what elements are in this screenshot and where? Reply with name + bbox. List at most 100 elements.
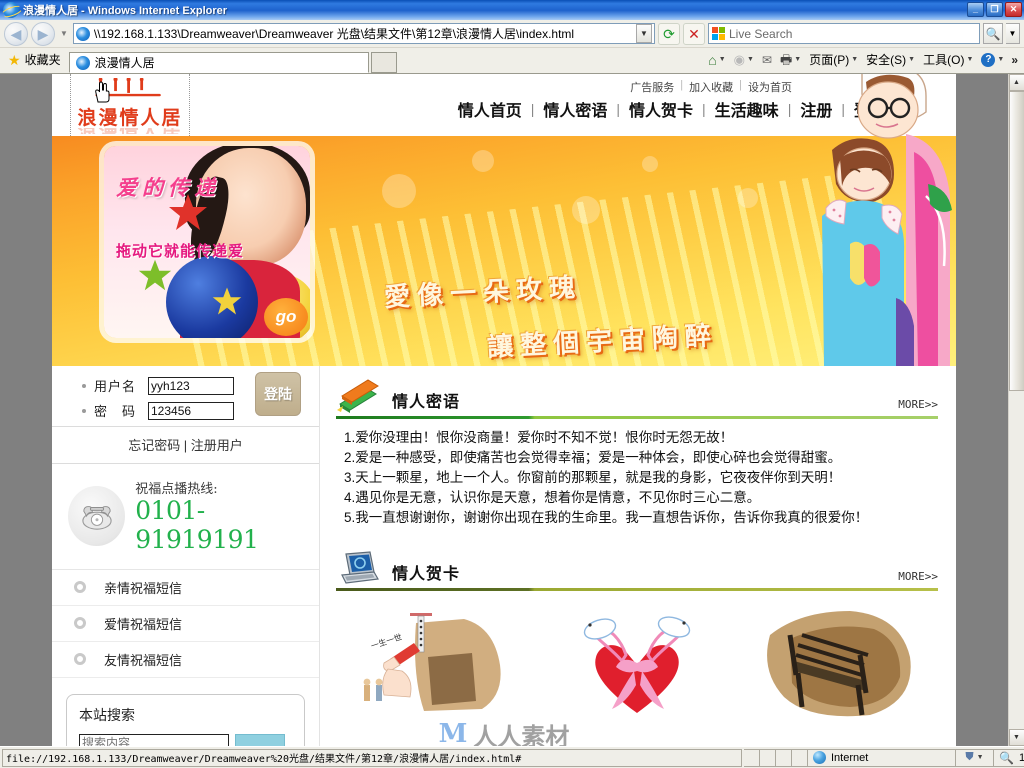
login-panel: 用户名 密 码 登陆 忘记密码 | 注册用户 [52, 366, 319, 464]
nav-item-greeting-cards[interactable]: 情人贺卡 [629, 97, 693, 121]
address-bar[interactable]: \\192.168.1.133\Dreamweaver\Dreamweaver … [72, 23, 655, 44]
password-label: 密 码 [94, 404, 137, 419]
nav-item-home[interactable]: 情人首页 [458, 97, 522, 121]
link-set-homepage[interactable]: 设为首页 [748, 79, 792, 95]
tab-active[interactable]: 浪漫情人居 [68, 52, 369, 73]
close-button[interactable]: ✕ [1005, 2, 1022, 17]
chevron-down-icon[interactable]: ▼ [851, 56, 858, 63]
tools-menu[interactable]: 工具(O) ▼ [920, 50, 976, 69]
zoom-control[interactable]: 🔍 100% ▼ [994, 748, 1024, 767]
stop-icon[interactable]: ✕ [683, 22, 705, 45]
watermark: M 人人素材 [439, 717, 570, 746]
section-more-link[interactable]: MORE>> [898, 570, 938, 588]
list-item-family-sms[interactable]: 亲情祝福短信 [52, 570, 319, 606]
telephone-icon [68, 486, 126, 547]
separator: | [787, 101, 792, 117]
safety-menu[interactable]: 安全(S) ▼ [863, 50, 918, 69]
scroll-up-button[interactable]: ▲ [1008, 74, 1024, 91]
address-chevron-down-icon[interactable]: ▼ [636, 24, 652, 43]
hotline-text: 祝福点播热线: 0101-91919191 [135, 478, 319, 555]
protected-mode-indicator[interactable]: ⛊ ▼ [956, 748, 994, 767]
nav-item-life-fun[interactable]: 生活趣味 [715, 97, 779, 121]
list-item[interactable]: 4.遇见你是无意，认识你是天意，想着你是情意，不见你时三心二意。 [344, 488, 938, 508]
username-label: 用户名 [94, 379, 137, 394]
back-arrow-icon[interactable]: ◀ [4, 21, 28, 46]
login-submit-button[interactable]: 登陆 [255, 372, 301, 416]
favorites-button[interactable]: ★ 收藏夹 [4, 51, 69, 73]
list-item-love-sms[interactable]: 爱情祝福短信 [52, 606, 319, 642]
search-provider-chevron-down-icon[interactable]: ▼ [1006, 23, 1020, 44]
list-item[interactable]: 3.天上一颗星，地上一个人。你窗前的那颗星，就是我的身影，它夜夜伴你到天明！ [344, 468, 938, 488]
internet-explorer-icon [3, 2, 19, 18]
bullet-ring-icon [74, 617, 86, 629]
vertical-scrollbar[interactable]: ▲ ▼ [1008, 74, 1024, 746]
search-input[interactable]: Live Search [729, 27, 792, 41]
site-search-input[interactable] [79, 733, 229, 746]
hand-writing-illustration-icon: 一生一世 [363, 613, 501, 711]
minimize-button[interactable]: _ [967, 2, 984, 17]
banner-promo-image[interactable]: 爱的传递 拖动它就能传递爱 go [104, 146, 310, 338]
chevron-down-icon[interactable]: ▼ [794, 56, 801, 63]
login-helper-links[interactable]: 忘记密码 | 注册用户 [52, 426, 319, 463]
scroll-down-button[interactable]: ▼ [1008, 729, 1024, 746]
ie-browser-window: 浪漫情人居 - Windows Internet Explorer _ ❐ ✕ … [0, 0, 1024, 768]
list-item-friendship-sms[interactable]: 友情祝福短信 [52, 642, 319, 678]
nav-item-secret-words[interactable]: 情人密语 [543, 97, 607, 121]
laptop-icon [336, 548, 382, 588]
bullet-icon [82, 383, 86, 388]
safety-menu-label: 安全(S) [866, 53, 907, 67]
address-input[interactable]: \\192.168.1.133\Dreamweaver\Dreamweaver … [94, 25, 636, 42]
section-header-secret-words: 情人密语 MORE>> [336, 366, 938, 416]
help-icon: ? [981, 52, 996, 67]
list-item[interactable]: 2.爱是一种感受，即使痛苦也会觉得幸福；爱是一种体会，即使心碎也会觉得甜蜜。 [344, 448, 938, 468]
overflow-chevron-icon[interactable]: » [1009, 53, 1020, 67]
separator: | [702, 101, 706, 117]
card-thumbnail-heart[interactable] [552, 605, 722, 723]
promo-title: 爱的传递 [116, 175, 220, 200]
mail-button[interactable]: ✉ [759, 53, 775, 67]
card-thumbnail-forever[interactable]: 一生一世 [354, 605, 524, 723]
password-input[interactable] [148, 401, 234, 420]
chevron-down-icon[interactable]: ▼ [966, 56, 973, 63]
chevron-down-icon[interactable]: ▼ [719, 56, 726, 63]
chevron-down-icon[interactable]: ▼ [747, 56, 754, 63]
list-item-label: 友情祝福短信 [104, 652, 183, 668]
help-button[interactable]: ? ▼ [978, 52, 1007, 68]
status-cell [760, 748, 776, 767]
page-menu[interactable]: 页面(P) ▼ [806, 50, 861, 69]
new-tab-button[interactable] [370, 52, 397, 73]
username-input[interactable] [148, 376, 234, 395]
feeds-button[interactable]: ◉ ▼ [731, 52, 757, 67]
list-item[interactable]: 1.爱你没理由！恨你没商量！爱你时不知不觉！恨你时无怨无故！ [344, 428, 938, 448]
chevron-down-icon[interactable]: ▼ [997, 56, 1004, 63]
live-search-box[interactable]: Live Search [708, 23, 980, 44]
scrollbar-thumb[interactable] [1008, 91, 1024, 391]
status-cell [792, 748, 808, 767]
page-menu-label: 页面(P) [809, 53, 850, 67]
security-zone[interactable]: Internet [808, 748, 956, 767]
chevron-down-icon[interactable]: ▼ [908, 56, 915, 63]
site-logo[interactable]: 浪漫情人居 浪漫情人居 [70, 74, 190, 136]
home-icon: ⌂ [708, 51, 717, 68]
bullet-icon [82, 408, 86, 413]
search-icon[interactable]: 🔍 [983, 23, 1003, 44]
separator: | [616, 101, 621, 117]
refresh-icon[interactable]: ⟳ [658, 22, 680, 45]
list-item[interactable]: 5.我一直想谢谢你，谢谢你出现在我的生命里。我一直想告诉你，告诉你我真的很爱你！ [344, 508, 938, 528]
maximize-button[interactable]: ❐ [986, 2, 1003, 17]
home-button[interactable]: ⌂ ▼ [705, 52, 728, 68]
scrollbar-track[interactable] [1008, 91, 1024, 729]
site-search-button[interactable] [235, 733, 285, 746]
promo-go-button[interactable]: go [264, 298, 308, 336]
globe-icon [813, 751, 826, 764]
print-button[interactable]: 🖶 ▼ [777, 52, 804, 67]
link-ad-service[interactable]: 广告服务 [630, 79, 674, 95]
forward-arrow-icon[interactable]: ▶ [31, 21, 55, 46]
chevron-down-icon[interactable]: ▼ [977, 754, 984, 761]
card-thumbnail-bench[interactable] [750, 605, 920, 723]
window-title: 浪漫情人居 - Windows Internet Explorer [23, 5, 228, 17]
recent-pages-chevron-down-icon[interactable]: ▼ [58, 29, 70, 38]
star-icon: ★ [8, 51, 21, 68]
section-more-link[interactable]: MORE>> [898, 398, 938, 416]
link-add-favorite[interactable]: 加入收藏 [689, 79, 733, 95]
